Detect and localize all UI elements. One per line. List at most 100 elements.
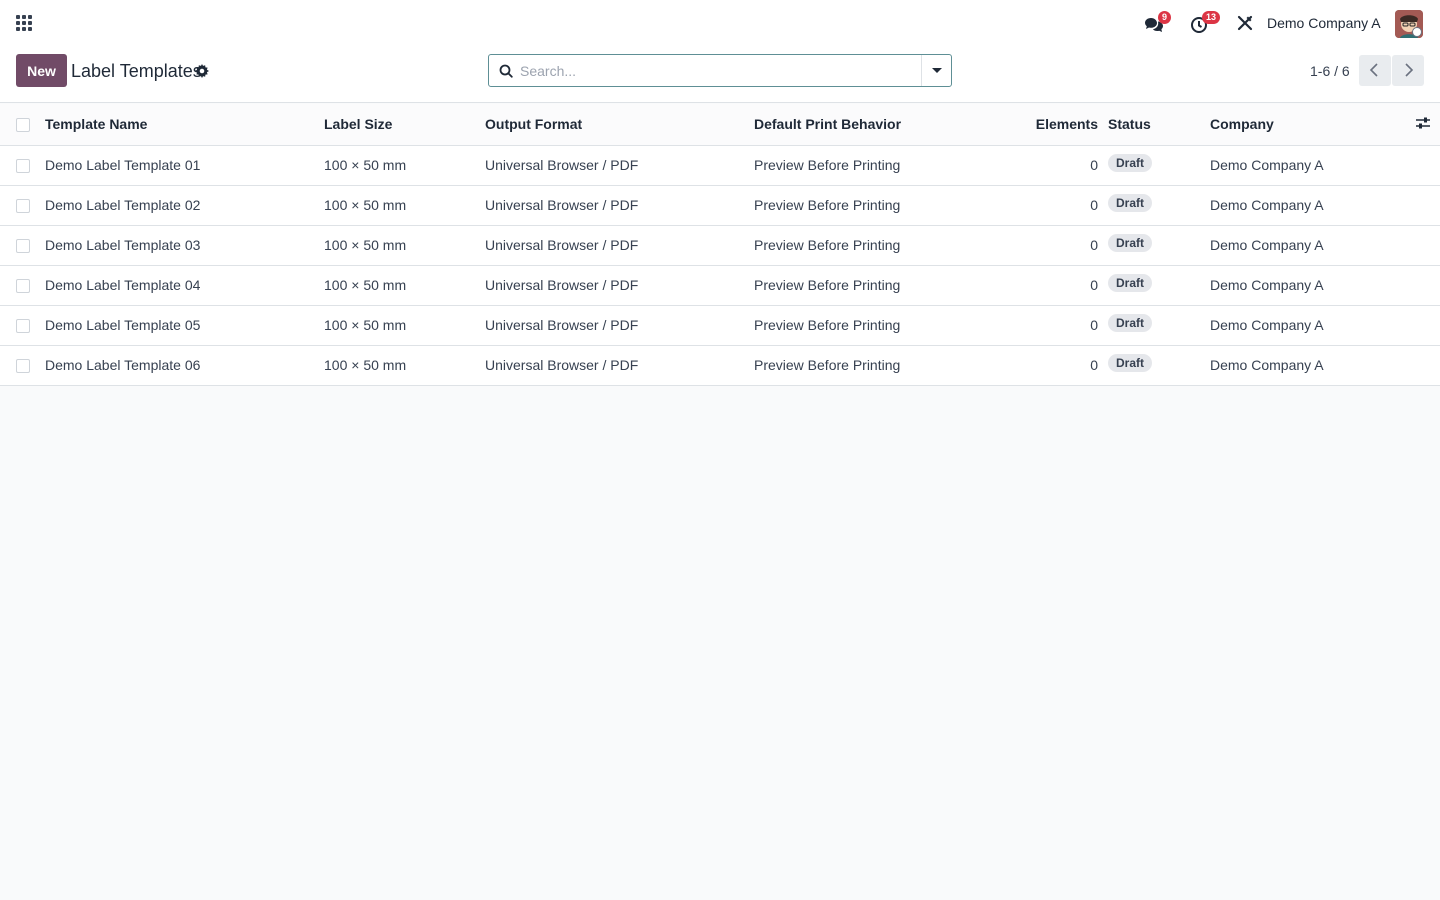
apps-grid-icon[interactable] (16, 15, 32, 31)
cell-template-name[interactable]: Demo Label Template 03 (45, 225, 324, 266)
cell-company[interactable]: Demo Company A (1210, 265, 1415, 306)
cell-status[interactable]: Draft (1108, 345, 1210, 386)
table-row[interactable]: Demo Label Template 02 100 × 50 mm Unive… (0, 185, 1440, 226)
cell-output-format[interactable]: Universal Browser / PDF (485, 145, 754, 186)
cell-spacer (1415, 145, 1440, 186)
cell-print-behavior[interactable]: Preview Before Printing (754, 345, 1014, 386)
cell-elements[interactable]: 0 (1014, 225, 1108, 266)
cell-template-name[interactable]: Demo Label Template 04 (45, 265, 324, 306)
cell-output-format[interactable]: Universal Browser / PDF (485, 185, 754, 226)
row-select-cell[interactable] (0, 185, 45, 226)
cell-output-format[interactable]: Universal Browser / PDF (485, 265, 754, 306)
cell-company[interactable]: Demo Company A (1210, 225, 1415, 266)
activities-button[interactable]: 13 (1190, 11, 1221, 37)
column-elements[interactable]: Elements (1014, 104, 1108, 146)
cell-label-size[interactable]: 100 × 50 mm (324, 185, 485, 226)
cell-company[interactable]: Demo Company A (1210, 345, 1415, 386)
optional-columns-cell[interactable] (1415, 104, 1440, 146)
cell-company[interactable]: Demo Company A (1210, 185, 1415, 226)
tools-icon (1237, 15, 1253, 31)
cell-output-format[interactable]: Universal Browser / PDF (485, 305, 754, 346)
cell-company[interactable]: Demo Company A (1210, 145, 1415, 186)
row-select-cell[interactable] (0, 145, 45, 186)
table-row[interactable]: Demo Label Template 04 100 × 50 mm Unive… (0, 265, 1440, 306)
cell-output-format[interactable]: Universal Browser / PDF (485, 345, 754, 386)
select-all-cell[interactable] (0, 104, 45, 146)
cell-output-format[interactable]: Universal Browser / PDF (485, 225, 754, 266)
tools-button[interactable] (1237, 15, 1253, 34)
status-badge: Draft (1108, 354, 1153, 372)
select-all-checkbox[interactable] (16, 118, 30, 133)
status-badge: Draft (1108, 154, 1153, 172)
pager-previous-button[interactable] (1359, 55, 1391, 86)
cell-print-behavior[interactable]: Preview Before Printing (754, 265, 1014, 306)
row-checkbox[interactable] (16, 279, 30, 294)
pager-value[interactable]: 1-6 / 6 (1310, 63, 1350, 79)
cell-label-size[interactable]: 100 × 50 mm (324, 305, 485, 346)
row-checkbox[interactable] (16, 159, 30, 174)
cell-template-name[interactable]: Demo Label Template 01 (45, 145, 324, 186)
cell-status[interactable]: Draft (1108, 265, 1210, 306)
column-print-behavior[interactable]: Default Print Behavior (754, 104, 1014, 146)
row-checkbox[interactable] (16, 319, 30, 334)
search-options-toggle[interactable] (921, 55, 951, 86)
cell-template-name[interactable]: Demo Label Template 02 (45, 185, 324, 226)
cell-print-behavior[interactable]: Preview Before Printing (754, 305, 1014, 346)
page-title: Label Templates (71, 61, 202, 81)
row-select-cell[interactable] (0, 225, 45, 266)
cell-elements[interactable]: 0 (1014, 265, 1108, 306)
messages-count-badge: 9 (1158, 11, 1172, 24)
cell-spacer (1415, 225, 1440, 266)
row-checkbox[interactable] (16, 239, 30, 254)
cell-spacer (1415, 265, 1440, 306)
cell-template-name[interactable]: Demo Label Template 06 (45, 345, 324, 386)
messages-button[interactable]: 9 (1144, 11, 1172, 37)
cell-label-size[interactable]: 100 × 50 mm (324, 345, 485, 386)
cell-print-behavior[interactable]: Preview Before Printing (754, 185, 1014, 226)
new-button[interactable]: New (16, 54, 67, 87)
column-label-size[interactable]: Label Size (324, 104, 485, 146)
company-switcher[interactable]: Demo Company A (1267, 15, 1381, 31)
row-checkbox[interactable] (16, 359, 30, 374)
table-row[interactable]: Demo Label Template 05 100 × 50 mm Unive… (0, 305, 1440, 346)
search-input[interactable] (520, 56, 920, 85)
status-badge: Draft (1108, 314, 1153, 332)
cell-spacer (1415, 305, 1440, 346)
cell-status[interactable]: Draft (1108, 145, 1210, 186)
row-checkbox[interactable] (16, 199, 30, 214)
cell-spacer (1415, 185, 1440, 226)
cell-elements[interactable]: 0 (1014, 145, 1108, 186)
cell-label-size[interactable]: 100 × 50 mm (324, 225, 485, 266)
status-badge: Draft (1108, 274, 1153, 292)
cell-elements[interactable]: 0 (1014, 185, 1108, 226)
cell-elements[interactable]: 0 (1014, 345, 1108, 386)
user-status-indicator (1412, 27, 1422, 37)
row-select-cell[interactable] (0, 345, 45, 386)
cell-status[interactable]: Draft (1108, 305, 1210, 346)
cell-spacer (1415, 345, 1440, 386)
cell-label-size[interactable]: 100 × 50 mm (324, 265, 485, 306)
cell-status[interactable]: Draft (1108, 185, 1210, 226)
column-company[interactable]: Company (1210, 104, 1415, 146)
row-select-cell[interactable] (0, 305, 45, 346)
sliders-icon[interactable] (1415, 116, 1431, 130)
cell-label-size[interactable]: 100 × 50 mm (324, 145, 485, 186)
cell-elements[interactable]: 0 (1014, 305, 1108, 346)
cell-company[interactable]: Demo Company A (1210, 305, 1415, 346)
search-icon (499, 64, 513, 78)
gear-icon[interactable] (195, 64, 209, 78)
column-status[interactable]: Status (1108, 104, 1210, 146)
table-row[interactable]: Demo Label Template 06 100 × 50 mm Unive… (0, 345, 1440, 386)
chevron-left-icon (1369, 63, 1378, 77)
column-output-format[interactable]: Output Format (485, 104, 754, 146)
cell-status[interactable]: Draft (1108, 225, 1210, 266)
table-row[interactable]: Demo Label Template 03 100 × 50 mm Unive… (0, 225, 1440, 266)
row-select-cell[interactable] (0, 265, 45, 306)
cell-template-name[interactable]: Demo Label Template 05 (45, 305, 324, 346)
column-template-name[interactable]: Template Name (45, 104, 324, 146)
cell-print-behavior[interactable]: Preview Before Printing (754, 225, 1014, 266)
pager-next-button[interactable] (1392, 55, 1424, 86)
table-row[interactable]: Demo Label Template 01 100 × 50 mm Unive… (0, 145, 1440, 186)
cell-print-behavior[interactable]: Preview Before Printing (754, 145, 1014, 186)
templates-table: Template Name Label Size Output Format D… (0, 104, 1440, 386)
